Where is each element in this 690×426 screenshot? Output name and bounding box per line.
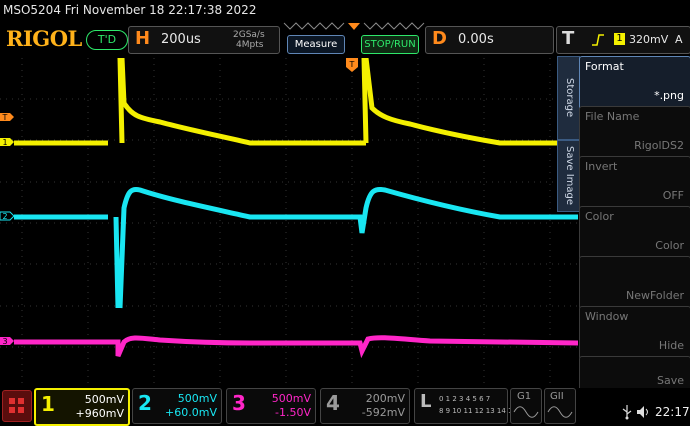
ch1-offset: +960mV xyxy=(75,407,124,420)
ch3-settings[interactable]: 3 500mV -1.50V xyxy=(226,388,316,424)
ch1-scale: 500mV xyxy=(84,393,124,406)
ch4-settings[interactable]: 4 200mV -592mV xyxy=(320,388,410,424)
logic-label: L xyxy=(420,391,432,412)
menu-item-label: Color xyxy=(585,210,614,223)
tab-storage[interactable]: Storage xyxy=(557,56,580,140)
sample-rate: 2GSa/s xyxy=(233,30,265,40)
trigger-mode: A xyxy=(675,33,683,46)
horizontal-timebase-panel[interactable]: H 200us 2GSa/s 4Mpts xyxy=(128,26,280,54)
menu-item-label: Format xyxy=(585,60,624,73)
app-menu-button[interactable] xyxy=(2,390,32,422)
trigger-position-arrows-icon xyxy=(283,22,425,30)
sine-wave-icon xyxy=(513,406,539,418)
timebase-value: 200us xyxy=(161,32,201,47)
delay-panel[interactable]: D 0.00s xyxy=(425,26,554,54)
menu-item-label: Invert xyxy=(585,160,618,173)
menu-item-value: *.png xyxy=(654,89,684,102)
sine-wave-icon xyxy=(547,406,573,418)
menu-item-label: Window xyxy=(585,310,629,323)
ch3-offset: -1.50V xyxy=(275,406,311,419)
menu-item-value: RigolDS2 xyxy=(634,139,684,152)
delay-label: D xyxy=(432,28,447,49)
rigol-logo: RIGOL xyxy=(6,26,82,51)
ch1-settings[interactable]: 1 500mV +960mV xyxy=(34,388,130,426)
ch4-offset: -592mV xyxy=(361,406,405,419)
ch2-offset: +60.0mV xyxy=(165,406,217,419)
trigger-label: T xyxy=(562,28,575,49)
ch3-marker-label: 3 xyxy=(2,337,7,346)
stop-run-button[interactable]: STOP/RUN xyxy=(361,35,419,54)
menu-item-value: Color xyxy=(655,239,684,252)
menu-item-value: NewFolder xyxy=(626,289,684,302)
delay-value: 0.00s xyxy=(458,32,494,47)
rising-edge-icon xyxy=(592,34,604,46)
menu-item-value: Save xyxy=(656,374,684,387)
trigger-source: 1 xyxy=(614,33,625,45)
generator-2-button[interactable]: GII xyxy=(544,388,576,424)
top-bar: MSO5204 Fri November 18 22:17:38 2022 RI… xyxy=(0,0,690,58)
ch3-scale: 500mV xyxy=(271,392,311,405)
ch4-scale: 200mV xyxy=(365,392,405,405)
ch2-settings[interactable]: 2 500mV +60.0mV xyxy=(132,388,222,424)
ch1-number: 1 xyxy=(41,392,55,416)
trigger-level-marker-label: T xyxy=(2,113,8,122)
trigger-position-bar[interactable] xyxy=(282,18,425,30)
menu-item-color[interactable]: Color Color xyxy=(579,206,690,260)
trigger-position-marker-icon xyxy=(348,23,360,30)
measure-button[interactable]: Measure xyxy=(287,35,345,54)
trigger-status-badge: T'D xyxy=(86,30,128,50)
ch2-number: 2 xyxy=(138,391,152,415)
grid-menu-icon xyxy=(9,398,24,413)
menu-item-window[interactable]: Window Hide xyxy=(579,306,690,360)
generator-1-button[interactable]: G1 xyxy=(510,388,542,424)
device-title: MSO5204 Fri November 18 22:17:38 2022 xyxy=(3,3,257,17)
usb-icon xyxy=(622,405,632,420)
ch3-number: 3 xyxy=(232,391,246,415)
volume-icon[interactable] xyxy=(636,405,650,419)
generator-2-label: GII xyxy=(550,391,564,402)
ch1-marker-label: 1 xyxy=(2,138,7,147)
waveform-display[interactable]: T T 1 2 3 xyxy=(0,58,578,388)
trigger-time-marker: T xyxy=(349,60,355,69)
menu-item-format[interactable]: Format *.png xyxy=(579,56,690,110)
logic-channels-row2: 8 9 10 11 12 13 14 15 xyxy=(439,407,517,415)
memory-depth: 4Mpts xyxy=(236,40,264,50)
ch2-scale: 500mV xyxy=(177,392,217,405)
ch4-number: 4 xyxy=(326,391,340,415)
trigger-panel[interactable]: T 1 320mV A xyxy=(556,26,690,54)
generator-1-label: G1 xyxy=(517,391,532,402)
logic-analyzer-settings[interactable]: L 0 1 2 3 4 5 6 7 8 9 10 11 12 13 14 15 xyxy=(414,388,517,424)
menu-item-label: File Name xyxy=(585,110,640,123)
ch2-marker-label: 2 xyxy=(2,212,7,221)
menu-item-file-name[interactable]: File Name RigolDS2 xyxy=(579,106,690,160)
horizontal-label: H xyxy=(135,28,151,49)
menu-item-value: OFF xyxy=(662,189,684,202)
trigger-level: 320mV xyxy=(629,33,669,46)
status-clock: 22:17 xyxy=(655,405,690,419)
menu-item-invert[interactable]: Invert OFF xyxy=(579,156,690,210)
tab-save-image[interactable]: Save Image xyxy=(557,140,580,212)
logic-channels-row1: 0 1 2 3 4 5 6 7 xyxy=(439,395,491,403)
menu-item-new-folder[interactable]: NewFolder xyxy=(579,256,690,310)
menu-item-value: Hide xyxy=(658,339,684,352)
